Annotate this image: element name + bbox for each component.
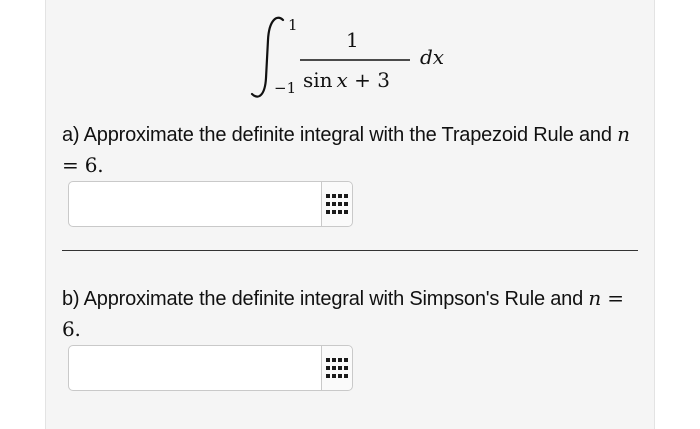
- answer-b-keypad-button[interactable]: [321, 346, 352, 390]
- answer-b-field: [68, 345, 353, 391]
- question-b-text: b) Approximate the definite integral wit…: [62, 283, 642, 345]
- answer-a-input[interactable]: [69, 182, 321, 226]
- keypad-grid-icon: [326, 194, 348, 214]
- page: 1 −1 1 sin x + 3 dx a) Approximate the d…: [0, 0, 700, 429]
- problem-card: 1 −1 1 sin x + 3 dx a) Approximate the d…: [45, 0, 655, 429]
- integral-lower-limit: −1: [274, 79, 297, 97]
- section-divider: [62, 250, 638, 251]
- answer-a-keypad-button[interactable]: [321, 182, 352, 226]
- question-a-variable: n: [617, 122, 630, 146]
- denominator-function: sin: [303, 68, 333, 92]
- integral-expression: 1 −1 1 sin x + 3 dx: [46, 0, 656, 110]
- answer-b-input[interactable]: [69, 346, 321, 390]
- answer-a-field: [68, 181, 353, 227]
- question-a-prompt: a) Approximate the definite integral wit…: [62, 124, 618, 146]
- question-b-variable: n: [588, 286, 602, 310]
- question-a-text: a) Approximate the definite integral wit…: [62, 119, 642, 181]
- question-b-prompt: b) Approximate the definite integral wit…: [62, 288, 589, 310]
- fraction-denominator: sin x + 3: [303, 68, 390, 92]
- keypad-grid-icon: [326, 358, 348, 378]
- integral-upper-limit: 1: [288, 16, 298, 34]
- fraction-numerator: 1: [346, 28, 359, 52]
- denominator-constant: + 3: [347, 68, 391, 92]
- integral-differential: dx: [420, 45, 445, 69]
- denominator-variable: x: [336, 68, 348, 92]
- integral-sign-and-fraction-bar: [250, 16, 410, 98]
- question-a-value: = 6.: [62, 153, 104, 177]
